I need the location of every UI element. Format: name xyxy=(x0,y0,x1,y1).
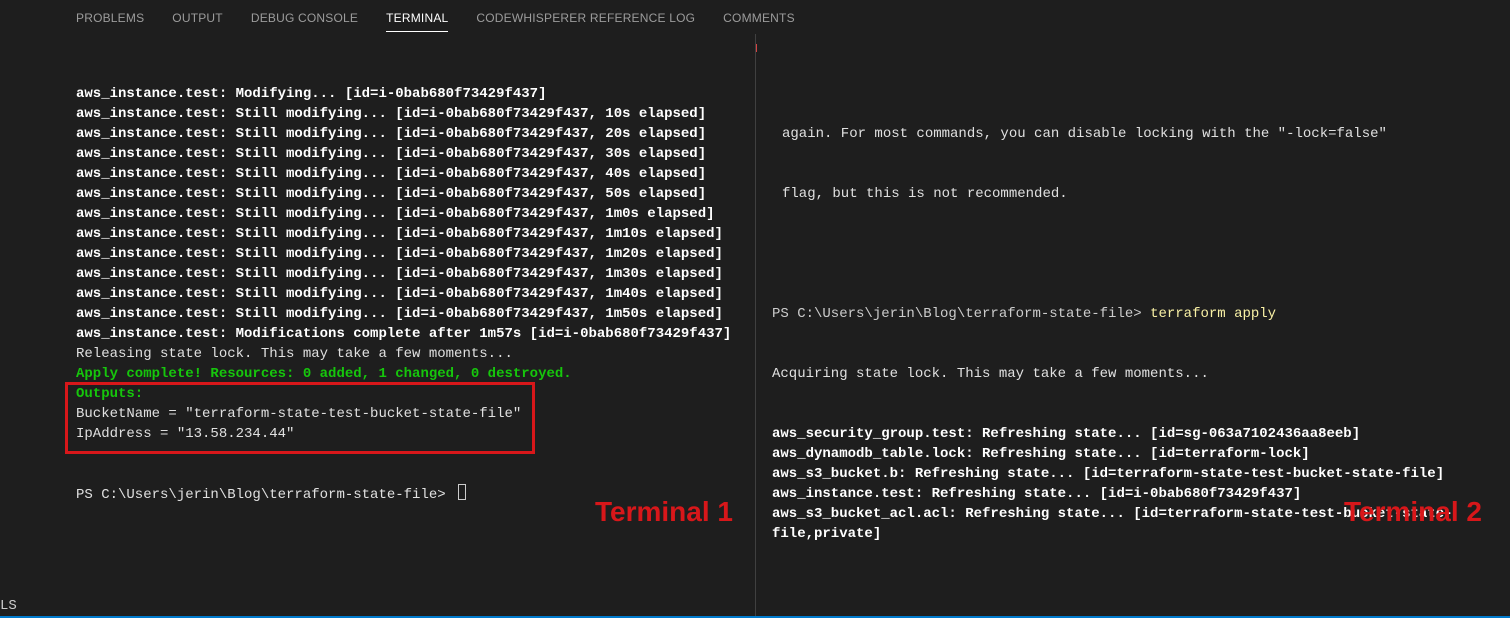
terminal-line: aws_instance.test: Still modifying... [i… xyxy=(76,284,743,304)
terminal-line: aws_instance.test: Still modifying... [i… xyxy=(76,304,743,324)
annotation-label-1: Terminal 1 xyxy=(595,502,733,522)
sidebar-fragment-text: LS xyxy=(0,596,17,616)
terminal-line: aws_instance.test: Still modifying... [i… xyxy=(76,224,743,244)
terminal-line: IpAddress = "13.58.234.44" xyxy=(76,424,743,444)
tab-codewhisperer-log[interactable]: CODEWHISPERER REFERENCE LOG xyxy=(476,3,695,31)
terminal-line: aws_instance.test: Still modifying... [i… xyxy=(76,264,743,284)
terminal-line: aws_instance.test: Modifications complet… xyxy=(76,324,743,344)
refreshing-state-line: aws_instance.test: Refreshing state... [… xyxy=(772,484,1498,504)
cursor-icon xyxy=(458,484,466,500)
error-line-1: again. For most commands, you can disabl… xyxy=(782,126,1387,142)
acquiring-lock-line: Acquiring state lock. This may take a fe… xyxy=(772,364,1498,384)
split-panels: aws_instance.test: Modifying... [id=i-0b… xyxy=(0,34,1510,616)
terminal-line: aws_instance.test: Still modifying... [i… xyxy=(76,184,743,204)
tab-output[interactable]: OUTPUT xyxy=(172,3,223,31)
refreshing-state-line: aws_security_group.test: Refreshing stat… xyxy=(772,424,1498,444)
terminal-line: Outputs: xyxy=(76,384,743,404)
terminal-line: aws_instance.test: Still modifying... [i… xyxy=(76,204,743,224)
terminal-line: aws_instance.test: Still modifying... [i… xyxy=(76,124,743,144)
tab-debug-console[interactable]: DEBUG CONSOLE xyxy=(251,3,358,31)
error-line-2: flag, but this is not recommended. xyxy=(782,186,1068,202)
tab-problems[interactable]: PROBLEMS xyxy=(76,3,144,31)
terminal-line: Apply complete! Resources: 0 added, 1 ch… xyxy=(76,364,743,384)
terminal-line: BucketName = "terraform-state-test-bucke… xyxy=(76,404,743,424)
refreshing-state-line: aws_dynamodb_table.lock: Refreshing stat… xyxy=(772,444,1498,464)
prompt-path-right: PS C:\Users\jerin\Blog\terraform-state-f… xyxy=(772,306,1150,322)
command-text: terraform apply xyxy=(1150,306,1276,322)
refreshing-state-line: aws_s3_bucket_acl.acl: Refreshing state.… xyxy=(772,504,1498,544)
tab-terminal[interactable]: TERMINAL xyxy=(386,3,448,32)
terminal-line: Releasing state lock. This may take a fe… xyxy=(76,344,743,364)
terminal-line: aws_instance.test: Still modifying... [i… xyxy=(76,244,743,264)
split-active-indicator xyxy=(755,44,757,52)
terminal-line: aws_instance.test: Still modifying... [i… xyxy=(76,164,743,184)
terminal-pane-1[interactable]: aws_instance.test: Modifying... [id=i-0b… xyxy=(0,34,755,616)
terminal-line: aws_instance.test: Still modifying... [i… xyxy=(76,104,743,124)
tab-comments[interactable]: COMMENTS xyxy=(723,3,795,31)
terminal-line: aws_instance.test: Modifying... [id=i-0b… xyxy=(76,84,743,104)
refreshing-state-line: aws_s3_bucket.b: Refreshing state... [id… xyxy=(772,464,1498,484)
terminal-pane-2[interactable]: again. For most commands, you can disabl… xyxy=(755,34,1510,616)
terminal-line: aws_instance.test: Still modifying... [i… xyxy=(76,144,743,164)
panel-tabs: PROBLEMS OUTPUT DEBUG CONSOLE TERMINAL C… xyxy=(0,0,1510,34)
prompt-path-left: PS C:\Users\jerin\Blog\terraform-state-f… xyxy=(76,487,454,503)
